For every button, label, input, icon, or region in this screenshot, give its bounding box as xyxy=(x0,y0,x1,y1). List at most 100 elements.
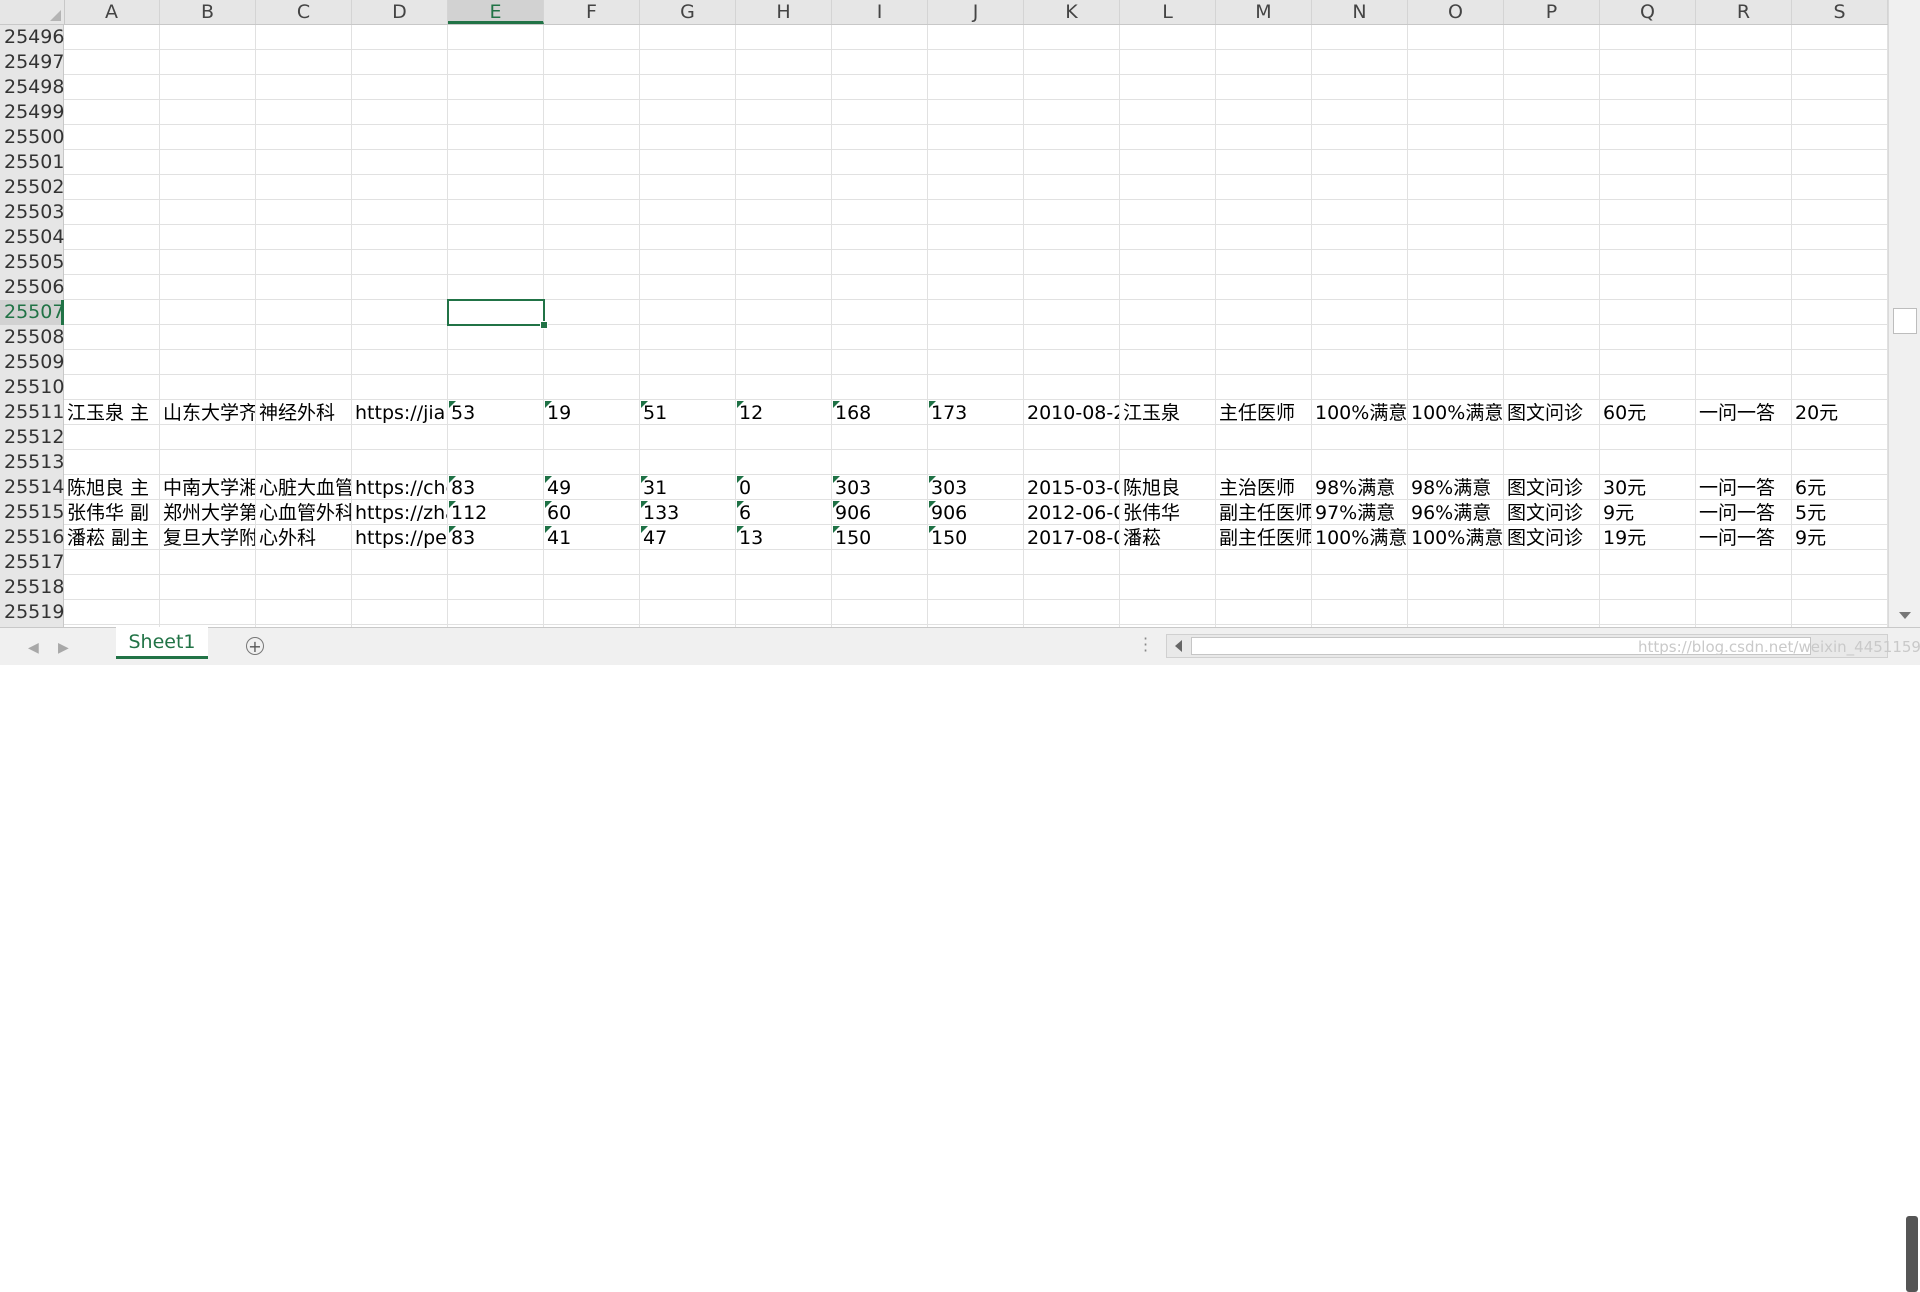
cell-s[interactable] xyxy=(1792,575,1888,600)
cell-c[interactable]: 心外科 xyxy=(256,525,352,550)
fill-handle[interactable] xyxy=(540,321,548,329)
cell-r[interactable] xyxy=(1696,600,1792,625)
cell-h[interactable] xyxy=(736,125,832,150)
cell-b[interactable] xyxy=(160,550,256,575)
cell-m[interactable] xyxy=(1216,200,1312,225)
cell-g[interactable]: 31 xyxy=(640,475,736,500)
cell-r[interactable]: 一问一答 xyxy=(1696,525,1792,550)
row-header[interactable]: 25501 xyxy=(0,150,64,175)
vertical-scrollbar[interactable] xyxy=(1888,0,1920,627)
cell-r[interactable] xyxy=(1696,150,1792,175)
cell-q[interactable] xyxy=(1600,325,1696,350)
cell-e[interactable] xyxy=(448,175,544,200)
cell-n[interactable] xyxy=(1312,75,1408,100)
cell-p[interactable] xyxy=(1504,375,1600,400)
cell-d[interactable] xyxy=(352,450,448,475)
cell-a[interactable] xyxy=(64,150,160,175)
cell-a[interactable] xyxy=(64,125,160,150)
cell-h[interactable] xyxy=(736,275,832,300)
cell-g[interactable] xyxy=(640,550,736,575)
cell-a[interactable] xyxy=(64,425,160,450)
column-header-l[interactable]: L xyxy=(1120,0,1216,24)
cell-c[interactable]: 神经外科 xyxy=(256,400,352,425)
cell-l[interactable] xyxy=(1120,575,1216,600)
cell-s[interactable] xyxy=(1792,100,1888,125)
cell-c[interactable] xyxy=(256,350,352,375)
cell-a[interactable] xyxy=(64,350,160,375)
cell-f[interactable] xyxy=(544,275,640,300)
cell-g[interactable] xyxy=(640,325,736,350)
cell-a[interactable] xyxy=(64,100,160,125)
cell-i[interactable] xyxy=(832,100,928,125)
cell-d[interactable] xyxy=(352,125,448,150)
cell-s[interactable] xyxy=(1792,375,1888,400)
cell-m[interactable] xyxy=(1216,575,1312,600)
cell-c[interactable] xyxy=(256,375,352,400)
cell-m[interactable] xyxy=(1216,300,1312,325)
cell-d[interactable] xyxy=(352,100,448,125)
cell-b[interactable] xyxy=(160,600,256,625)
cell-d[interactable] xyxy=(352,250,448,275)
cell-d[interactable]: https://jian xyxy=(352,400,448,425)
cell-b[interactable] xyxy=(160,25,256,50)
add-sheet-button[interactable]: + xyxy=(246,637,264,655)
cell-p[interactable] xyxy=(1504,225,1600,250)
cell-l[interactable] xyxy=(1120,150,1216,175)
cell-l[interactable] xyxy=(1120,25,1216,50)
cell-f[interactable] xyxy=(544,100,640,125)
cell-p[interactable] xyxy=(1504,75,1600,100)
cell-b[interactable]: 复旦大学附 xyxy=(160,525,256,550)
cell-j[interactable]: 173 xyxy=(928,400,1024,425)
cell-g[interactable] xyxy=(640,350,736,375)
cell-k[interactable] xyxy=(1024,125,1120,150)
cell-k[interactable] xyxy=(1024,175,1120,200)
cell-q[interactable]: 30元 xyxy=(1600,475,1696,500)
cell-p[interactable] xyxy=(1504,175,1600,200)
cell-c[interactable] xyxy=(256,550,352,575)
cell-l[interactable]: 张伟华 xyxy=(1120,500,1216,525)
cell-e[interactable] xyxy=(448,75,544,100)
cell-p[interactable] xyxy=(1504,300,1600,325)
cell-m[interactable] xyxy=(1216,100,1312,125)
cell-d[interactable] xyxy=(352,75,448,100)
cell-m[interactable]: 主任医师 xyxy=(1216,400,1312,425)
cell-q[interactable] xyxy=(1600,25,1696,50)
cell-p[interactable] xyxy=(1504,100,1600,125)
cell-j[interactable] xyxy=(928,450,1024,475)
cell-i[interactable]: 168 xyxy=(832,400,928,425)
cell-n[interactable] xyxy=(1312,125,1408,150)
sheet-prev-arrow-icon[interactable]: ◀ xyxy=(28,641,39,655)
cell-n[interactable] xyxy=(1312,550,1408,575)
cell-h[interactable] xyxy=(736,600,832,625)
cell-e[interactable]: 83 xyxy=(448,525,544,550)
cell-e[interactable] xyxy=(448,300,544,325)
cell-l[interactable] xyxy=(1120,125,1216,150)
cell-h[interactable] xyxy=(736,325,832,350)
cell-m[interactable] xyxy=(1216,425,1312,450)
cell-n[interactable] xyxy=(1312,50,1408,75)
cell-b[interactable] xyxy=(160,50,256,75)
cell-k[interactable]: 2010-08-2 xyxy=(1024,400,1120,425)
cell-s[interactable] xyxy=(1792,425,1888,450)
cell-r[interactable] xyxy=(1696,225,1792,250)
vertical-scroll-thumb[interactable] xyxy=(1893,308,1917,334)
cell-o[interactable] xyxy=(1408,450,1504,475)
cell-d[interactable] xyxy=(352,575,448,600)
cell-o[interactable] xyxy=(1408,300,1504,325)
cell-e[interactable] xyxy=(448,225,544,250)
cell-c[interactable] xyxy=(256,450,352,475)
cell-a[interactable] xyxy=(64,600,160,625)
cell-d[interactable]: https://zha xyxy=(352,500,448,525)
cell-c[interactable] xyxy=(256,225,352,250)
cell-i[interactable] xyxy=(832,75,928,100)
cell-s[interactable] xyxy=(1792,50,1888,75)
cell-b[interactable] xyxy=(160,375,256,400)
cell-m[interactable] xyxy=(1216,175,1312,200)
row-header[interactable]: 25515 xyxy=(0,500,64,525)
cell-s[interactable] xyxy=(1792,600,1888,625)
cell-p[interactable] xyxy=(1504,550,1600,575)
cell-e[interactable]: 83 xyxy=(448,475,544,500)
cell-n[interactable] xyxy=(1312,300,1408,325)
cell-b[interactable] xyxy=(160,250,256,275)
cell-o[interactable] xyxy=(1408,125,1504,150)
